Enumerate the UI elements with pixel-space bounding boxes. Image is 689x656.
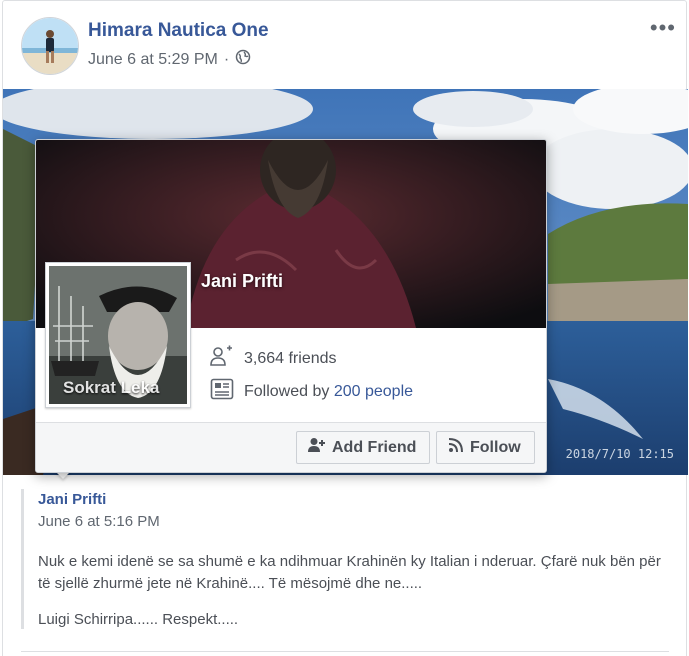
shared-post-text: Nuk e kemi idenë se sa shumë e ka ndihmu… [38, 553, 661, 592]
post-date[interactable]: June 6 at 5:29 PM [88, 51, 218, 69]
friends-icon [210, 345, 234, 372]
profile-hovercard: Jani Prifti Sokrat Leka 3,664 friends Fo… [35, 139, 547, 473]
photo-timestamp: 2018/7/10 12:15 [565, 447, 674, 461]
more-options-icon[interactable]: ••• [650, 15, 676, 41]
friends-count: 3,664 friends [244, 349, 337, 367]
post-meta: June 6 at 5:29 PM · [88, 49, 251, 70]
followers-icon [210, 378, 234, 405]
rss-icon [448, 437, 464, 458]
meta-separator: · [223, 50, 230, 68]
shared-post-text-2: Luigi Schirripa...... Respekt..... [38, 611, 239, 628]
followers-row: Followed by 200 people [210, 378, 413, 405]
follow-label: Follow [470, 438, 521, 456]
add-friend-button[interactable]: Add Friend [296, 431, 430, 464]
shared-post-border [21, 489, 24, 629]
hovercard-name[interactable]: Jani Prifti [201, 271, 283, 292]
hovercard-profile-picture[interactable]: Sokrat Leka [45, 262, 191, 408]
shared-post-date[interactable]: June 6 at 5:16 PM [38, 513, 160, 530]
profile-picture-caption: Sokrat Leka [63, 378, 160, 397]
shared-author-link[interactable]: Jani Prifti [38, 491, 106, 508]
hovercard-footer: Add Friend Follow [36, 422, 546, 472]
add-friend-icon [308, 437, 326, 458]
add-friend-label: Add Friend [332, 438, 417, 456]
followers-text: Followed by 200 people [244, 383, 413, 401]
friends-row: 3,664 friends [210, 345, 337, 372]
followers-prefix: Followed by [244, 382, 334, 400]
followers-link[interactable]: 200 people [334, 383, 413, 400]
page-name-link[interactable]: Himara Nautica One [88, 20, 269, 42]
page-avatar[interactable] [21, 17, 79, 75]
follow-button[interactable]: Follow [436, 431, 535, 464]
globe-icon[interactable] [235, 49, 251, 70]
divider [21, 651, 669, 652]
